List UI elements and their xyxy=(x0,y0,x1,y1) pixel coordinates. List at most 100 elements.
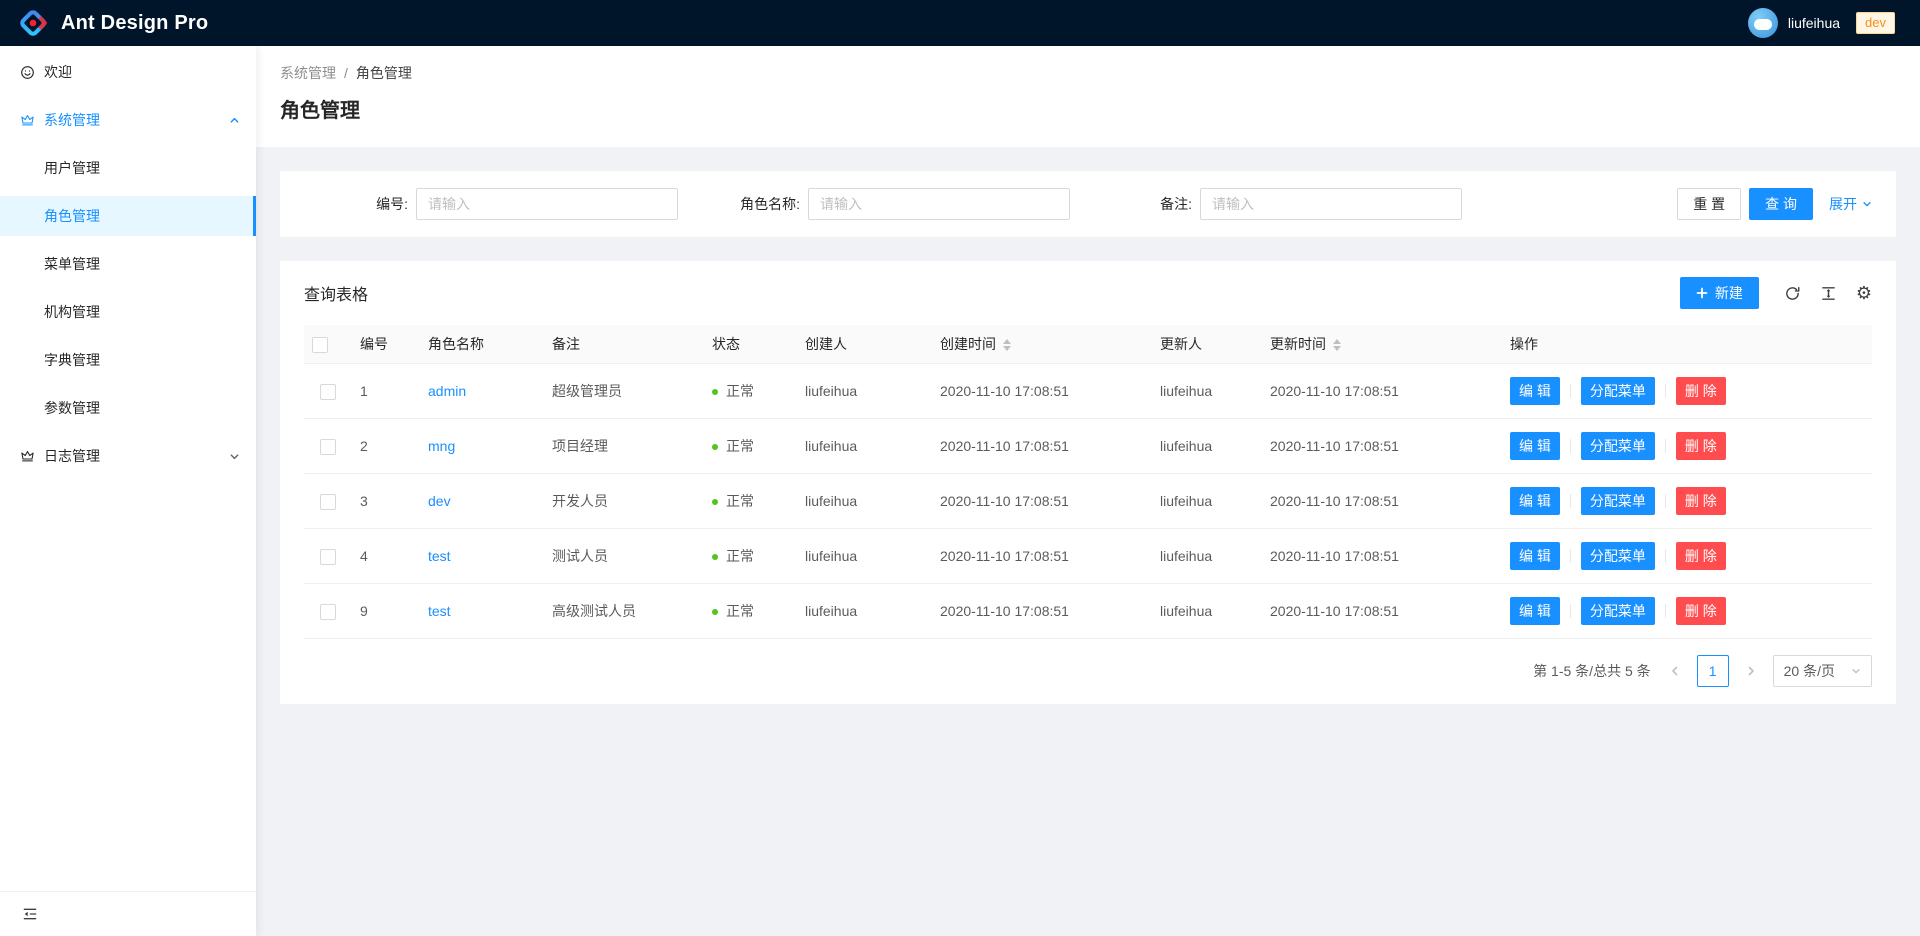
sidebar-submenu-log[interactable]: 日志管理 xyxy=(0,436,256,476)
pagination-prev-icon[interactable] xyxy=(1661,655,1689,687)
query-table-card: 查询表格 新建 xyxy=(280,261,1896,704)
sidebar-item-param-mgmt[interactable]: 参数管理 xyxy=(0,388,256,428)
cell-creator: liufeihua xyxy=(797,419,932,474)
status-dot xyxy=(712,609,718,615)
divider xyxy=(1665,439,1666,453)
filter-field-id: 编号: xyxy=(304,188,696,220)
user-avatar[interactable] xyxy=(1748,8,1778,38)
sort-icons xyxy=(1333,339,1341,351)
status-dot xyxy=(712,389,718,395)
row-checkbox[interactable] xyxy=(320,604,336,620)
table-toolbar: 查询表格 新建 xyxy=(280,261,1896,325)
sidebar-item-user-mgmt[interactable]: 用户管理 xyxy=(0,148,256,188)
assign-menu-button[interactable]: 分配菜单 xyxy=(1581,542,1655,570)
pagination-next-icon[interactable] xyxy=(1737,655,1765,687)
cell-created: 2020-11-10 17:08:51 xyxy=(932,584,1152,639)
row-checkbox[interactable] xyxy=(320,439,336,455)
new-button-label: 新建 xyxy=(1715,283,1743,303)
menu-fold-icon xyxy=(22,906,38,922)
row-checkbox[interactable] xyxy=(320,384,336,400)
column-header-created[interactable]: 创建时间 xyxy=(932,325,1152,364)
expand-label: 展开 xyxy=(1829,194,1857,214)
select-all-checkbox[interactable] xyxy=(312,337,328,353)
column-height-icon[interactable] xyxy=(1820,285,1837,302)
search-button[interactable]: 查 询 xyxy=(1749,188,1813,220)
role-name-link[interactable]: test xyxy=(428,548,451,564)
edit-button[interactable]: 编 辑 xyxy=(1510,432,1560,460)
column-header-remark: 备注 xyxy=(544,325,704,364)
cell-updated: 2020-11-10 17:08:51 xyxy=(1262,419,1502,474)
remark-input[interactable] xyxy=(1200,188,1462,220)
search-filter-card: 编号: 角色名称: 备注: 重 置 查 询 展开 xyxy=(280,171,1896,237)
pagination-page-1[interactable]: 1 xyxy=(1697,655,1729,687)
divider xyxy=(1665,604,1666,618)
role-name-link[interactable]: mng xyxy=(428,438,455,454)
crown-icon xyxy=(20,449,35,464)
assign-menu-button[interactable]: 分配菜单 xyxy=(1581,487,1655,515)
divider xyxy=(1570,439,1571,453)
table-row: 3 dev 开发人员 正常 liufeihua 2020-11-10 17:08… xyxy=(304,474,1872,529)
page-header: 系统管理 / 角色管理 角色管理 xyxy=(256,46,1920,147)
header-user-area[interactable]: liufeihua dev xyxy=(1748,8,1895,38)
sidebar-item-org-mgmt[interactable]: 机构管理 xyxy=(0,292,256,332)
assign-menu-button[interactable]: 分配菜单 xyxy=(1581,432,1655,460)
page-title: 角色管理 xyxy=(280,96,1896,126)
cell-created: 2020-11-10 17:08:51 xyxy=(932,529,1152,584)
role-name-link[interactable]: admin xyxy=(428,383,466,399)
logo-area[interactable]: Ant Design Pro xyxy=(18,8,208,38)
column-header-status: 状态 xyxy=(704,325,797,364)
cell-status: 正常 xyxy=(704,584,797,639)
edit-button[interactable]: 编 辑 xyxy=(1510,597,1560,625)
delete-button[interactable]: 删 除 xyxy=(1676,432,1726,460)
cell-actions: 编 辑分配菜单删 除 xyxy=(1502,364,1872,419)
sidebar-item-welcome[interactable]: 欢迎 xyxy=(0,52,256,92)
search-actions: 重 置 查 询 展开 xyxy=(1677,188,1872,220)
reset-button[interactable]: 重 置 xyxy=(1677,188,1741,220)
role-name-input[interactable] xyxy=(808,188,1070,220)
delete-button[interactable]: 删 除 xyxy=(1676,542,1726,570)
delete-button[interactable]: 删 除 xyxy=(1676,597,1726,625)
assign-menu-button[interactable]: 分配菜单 xyxy=(1581,597,1655,625)
divider xyxy=(1570,494,1571,508)
cell-actions: 编 辑分配菜单删 除 xyxy=(1502,529,1872,584)
cell-remark: 高级测试人员 xyxy=(544,584,704,639)
column-header-updated[interactable]: 更新时间 xyxy=(1262,325,1502,364)
delete-button[interactable]: 删 除 xyxy=(1676,487,1726,515)
cell-id: 2 xyxy=(352,419,420,474)
edit-button[interactable]: 编 辑 xyxy=(1510,377,1560,405)
reload-icon[interactable] xyxy=(1784,285,1801,302)
role-name-link[interactable]: test xyxy=(428,603,451,619)
sidebar-item-menu-mgmt[interactable]: 菜单管理 xyxy=(0,244,256,284)
id-input[interactable] xyxy=(416,188,678,220)
cell-creator: liufeihua xyxy=(797,474,932,529)
sidebar-item-label: 机构管理 xyxy=(44,302,100,322)
page-size-select[interactable]: 20 条/页 xyxy=(1773,655,1872,687)
assign-menu-button[interactable]: 分配菜单 xyxy=(1581,377,1655,405)
edit-button[interactable]: 编 辑 xyxy=(1510,487,1560,515)
cell-status: 正常 xyxy=(704,529,797,584)
sidebar-item-label: 菜单管理 xyxy=(44,254,100,274)
app-title: Ant Design Pro xyxy=(61,12,208,35)
sidebar-item-dict-mgmt[interactable]: 字典管理 xyxy=(0,340,256,380)
plus-icon xyxy=(1696,287,1708,299)
cell-actions: 编 辑分配菜单删 除 xyxy=(1502,419,1872,474)
cell-id: 1 xyxy=(352,364,420,419)
sidebar-collapse-trigger[interactable] xyxy=(0,891,256,936)
chevron-down-icon xyxy=(229,451,240,462)
sidebar-submenu-system[interactable]: 系统管理 xyxy=(0,100,256,140)
role-name-link[interactable]: dev xyxy=(428,493,451,509)
expand-toggle[interactable]: 展开 xyxy=(1829,194,1872,214)
cell-created: 2020-11-10 17:08:51 xyxy=(932,364,1152,419)
cell-updater: liufeihua xyxy=(1152,419,1262,474)
breadcrumb-parent[interactable]: 系统管理 xyxy=(280,63,336,83)
cell-status: 正常 xyxy=(704,419,797,474)
sidebar-item-role-mgmt[interactable]: 角色管理 xyxy=(0,196,256,236)
delete-button[interactable]: 删 除 xyxy=(1676,377,1726,405)
table-row: 1 admin 超级管理员 正常 liufeihua 2020-11-10 17… xyxy=(304,364,1872,419)
row-checkbox[interactable] xyxy=(320,549,336,565)
edit-button[interactable]: 编 辑 xyxy=(1510,542,1560,570)
ant-design-logo-icon xyxy=(18,8,48,38)
new-button[interactable]: 新建 xyxy=(1680,277,1759,309)
settings-gear-icon[interactable]: ⚙ xyxy=(1856,284,1872,302)
row-checkbox[interactable] xyxy=(320,494,336,510)
